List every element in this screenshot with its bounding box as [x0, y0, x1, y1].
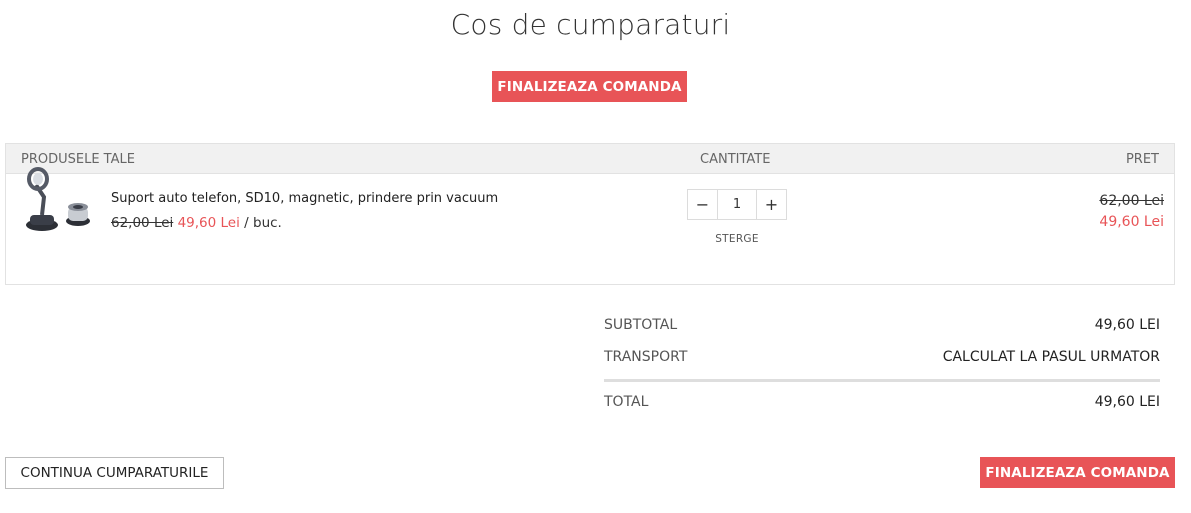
order-summary: SUBTOTAL 49,60 LEI TRANSPORT CALCULAT LA… [604, 315, 1160, 424]
page-title: Cos de cumparaturi [450, 8, 731, 41]
unit-old-price: 62,00 Lei [111, 215, 174, 231]
subtotal-value: 49,60 LEI [1094, 317, 1160, 333]
cart-table: PRODUSELE TALE CANTITATE PRET Suport aut… [5, 143, 1175, 285]
minus-icon[interactable]: − [688, 190, 718, 219]
checkout-button-top[interactable]: FINALIZEAZA COMANDA [492, 71, 687, 102]
product-image[interactable] [20, 167, 96, 237]
cart-table-header: PRODUSELE TALE CANTITATE PRET [6, 144, 1174, 174]
quantity-input[interactable] [718, 190, 756, 219]
total-row: TOTAL 49,60 LEI [604, 392, 1160, 424]
subtotal-row: SUBTOTAL 49,60 LEI [604, 315, 1160, 347]
transport-row: TRANSPORT CALCULAT LA PASUL URMATOR [604, 347, 1160, 379]
total-label: TOTAL [604, 394, 649, 410]
row-new-price: 49,60 Lei [1099, 214, 1164, 230]
continue-shopping-button[interactable]: CONTINUA CUMPARATURILE [5, 457, 224, 489]
transport-value: CALCULAT LA PASUL URMATOR [942, 349, 1160, 365]
row-old-price: 62,00 Lei [1099, 193, 1164, 209]
checkout-button-bottom[interactable]: FINALIZEAZA COMANDA [980, 457, 1175, 488]
unit-new-price: 49,60 Lei [177, 215, 240, 231]
total-value: 49,60 LEI [1094, 394, 1160, 410]
remove-item-link[interactable]: STERGE [687, 233, 787, 245]
subtotal-label: SUBTOTAL [604, 317, 678, 333]
row-price: 62,00 Lei 49,60 Lei [1099, 191, 1164, 233]
quantity-stepper: − + [687, 189, 787, 220]
transport-label: TRANSPORT [604, 349, 688, 365]
summary-divider [604, 379, 1160, 382]
product-unit-price: 62,00 Lei 49,60 Lei / buc. [111, 215, 282, 231]
unit-suffix: / buc. [244, 215, 282, 231]
product-name[interactable]: Suport auto telefon, SD10, magnetic, pri… [111, 191, 498, 206]
header-price: PRET [1125, 152, 1159, 167]
header-quantity: CANTITATE [700, 152, 771, 167]
plus-icon[interactable]: + [756, 190, 786, 219]
header-products: PRODUSELE TALE [21, 152, 135, 167]
